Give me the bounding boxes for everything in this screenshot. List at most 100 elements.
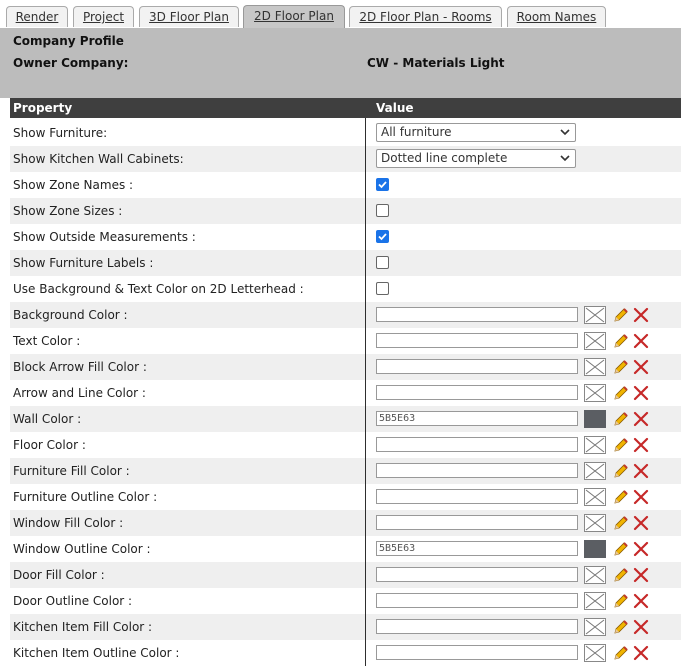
delete-x-icon[interactable] [632, 462, 650, 480]
table-row-color: Wall Color : [10, 406, 681, 432]
delete-x-icon[interactable] [632, 644, 650, 662]
delete-x-icon[interactable] [632, 566, 650, 584]
tab-project[interactable]: Project [73, 6, 134, 27]
table-row-color: Window Fill Color : [10, 510, 681, 536]
delete-x-icon[interactable] [632, 410, 650, 428]
delete-x-icon[interactable] [632, 332, 650, 350]
color-value-input[interactable] [376, 645, 578, 660]
tab-room-names[interactable]: Room Names [507, 6, 606, 27]
delete-x-icon[interactable] [632, 540, 650, 558]
table-row-show-furniture-labels: Show Furniture Labels : [10, 250, 681, 276]
color-value-input[interactable] [376, 437, 578, 452]
empty-swatch-icon[interactable] [584, 332, 606, 350]
column-divider [365, 118, 366, 666]
property-label: Arrow and Line Color : [13, 386, 146, 400]
property-label: Text Color : [13, 334, 81, 348]
property-label: Wall Color : [13, 412, 82, 426]
pencil-icon[interactable] [612, 358, 630, 376]
tab-2d-floor-plan-rooms[interactable]: 2D Floor Plan - Rooms [349, 6, 502, 27]
delete-x-icon[interactable] [632, 618, 650, 636]
color-value-input[interactable] [376, 463, 578, 478]
tab-3d-floor-plan[interactable]: 3D Floor Plan [139, 6, 239, 27]
pencil-icon[interactable] [612, 540, 630, 558]
color-value-input[interactable] [376, 593, 578, 608]
pencil-icon[interactable] [612, 306, 630, 324]
property-label: Floor Color : [13, 438, 86, 452]
table-row-color: Arrow and Line Color : [10, 380, 681, 406]
show-zone-sizes-checkbox[interactable] [376, 204, 389, 217]
empty-swatch-icon[interactable] [584, 488, 606, 506]
color-value-input[interactable] [376, 359, 578, 374]
empty-swatch-icon[interactable] [584, 592, 606, 610]
pencil-icon[interactable] [612, 514, 630, 532]
pencil-icon[interactable] [612, 488, 630, 506]
delete-x-icon[interactable] [632, 514, 650, 532]
property-label: Show Furniture: [13, 126, 108, 140]
empty-swatch-icon[interactable] [584, 566, 606, 584]
delete-x-icon[interactable] [632, 436, 650, 454]
property-label: Block Arrow Fill Color : [13, 360, 147, 374]
color-value-input[interactable] [376, 307, 578, 322]
table-header: Property Value [10, 98, 681, 118]
table-row-show-outside-measurements: Show Outside Measurements : [10, 224, 681, 250]
table-row-color: Window Outline Color : [10, 536, 681, 562]
color-value-input[interactable]: 5B5E63 [376, 541, 578, 556]
pencil-icon[interactable] [612, 436, 630, 454]
color-value-input[interactable]: 5B5E63 [376, 411, 578, 426]
color-value-input[interactable] [376, 515, 578, 530]
tab-2d-floor-plan[interactable]: 2D Floor Plan [243, 5, 345, 30]
letterhead-colors-checkbox[interactable] [376, 282, 389, 295]
pencil-icon[interactable] [612, 462, 630, 480]
pencil-icon[interactable] [612, 592, 630, 610]
color-value-input[interactable] [376, 385, 578, 400]
pencil-icon[interactable] [612, 384, 630, 402]
property-label: Show Zone Sizes : [13, 204, 123, 218]
color-swatch[interactable] [584, 410, 606, 428]
show-zone-names-checkbox[interactable] [376, 178, 389, 191]
chevron-down-icon [560, 129, 570, 136]
owner-company-value: CW - Materials Light [367, 56, 505, 70]
delete-x-icon[interactable] [632, 306, 650, 324]
show-outside-measurements-checkbox[interactable] [376, 230, 389, 243]
delete-x-icon[interactable] [632, 358, 650, 376]
table-row-color: Furniture Outline Color : [10, 484, 681, 510]
column-header-property: Property [13, 101, 73, 115]
chevron-down-icon [560, 155, 570, 162]
table-row-show-zone-sizes: Show Zone Sizes : [10, 198, 681, 224]
color-value-input[interactable] [376, 567, 578, 582]
table-row-kitchen-wall-cabinets: Show Kitchen Wall Cabinets: [10, 146, 681, 172]
color-value-input[interactable] [376, 489, 578, 504]
pencil-icon[interactable] [612, 644, 630, 662]
pencil-icon[interactable] [612, 332, 630, 350]
property-label: Show Outside Measurements : [13, 230, 196, 244]
empty-swatch-icon[interactable] [584, 436, 606, 454]
delete-x-icon[interactable] [632, 384, 650, 402]
pencil-icon[interactable] [612, 618, 630, 636]
table-row-color: Block Arrow Fill Color : [10, 354, 681, 380]
checkmark-icon [378, 181, 387, 189]
show-furniture-select[interactable]: All furniture [376, 123, 576, 142]
property-label: Window Fill Color : [13, 516, 124, 530]
color-swatch[interactable] [584, 540, 606, 558]
table-row-color: Background Color : [10, 302, 681, 328]
show-furniture-labels-checkbox[interactable] [376, 256, 389, 269]
empty-swatch-icon[interactable] [584, 358, 606, 376]
pencil-icon[interactable] [612, 410, 630, 428]
color-value-input[interactable] [376, 333, 578, 348]
empty-swatch-icon[interactable] [584, 644, 606, 662]
pencil-icon[interactable] [612, 566, 630, 584]
table-row-letterhead-colors: Use Background & Text Color on 2D Letter… [10, 276, 681, 302]
delete-x-icon[interactable] [632, 592, 650, 610]
empty-swatch-icon[interactable] [584, 384, 606, 402]
tab-bar: Render Project 3D Floor Plan 2D Floor Pl… [0, 0, 681, 30]
empty-swatch-icon[interactable] [584, 514, 606, 532]
color-value-input[interactable] [376, 619, 578, 634]
empty-swatch-icon[interactable] [584, 306, 606, 324]
empty-swatch-icon[interactable] [584, 618, 606, 636]
delete-x-icon[interactable] [632, 488, 650, 506]
tab-render[interactable]: Render [6, 6, 68, 27]
property-label: Door Outline Color : [13, 594, 133, 608]
empty-swatch-icon[interactable] [584, 462, 606, 480]
select-value: Dotted line complete [381, 151, 508, 165]
kitchen-wall-cabinets-select[interactable]: Dotted line complete [376, 149, 576, 168]
